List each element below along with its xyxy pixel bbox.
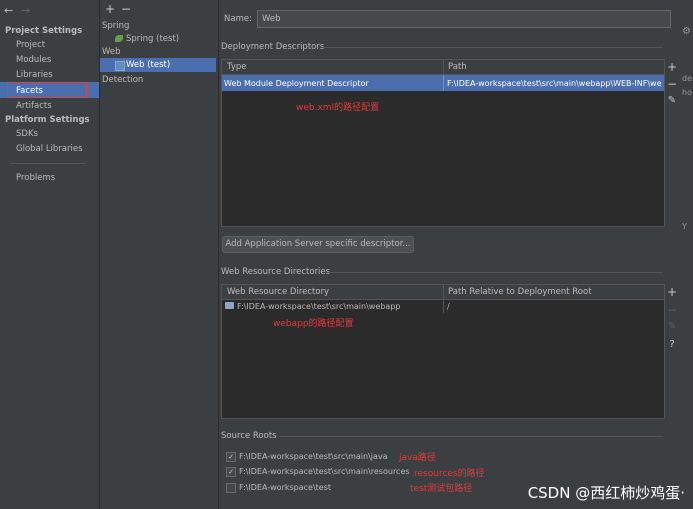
dd-header-path[interactable]: Path bbox=[448, 62, 467, 72]
sidebar-item-modules[interactable]: Modules bbox=[16, 55, 51, 65]
wr-header-directory[interactable]: Web Resource Directory bbox=[227, 287, 329, 297]
dd-table-header: Type Path bbox=[222, 60, 664, 75]
web-facet-icon bbox=[115, 61, 125, 71]
source-root-path: F:\IDEA-workspace\test bbox=[239, 483, 332, 492]
edge-text: de bbox=[682, 74, 692, 83]
gear-icon[interactable]: ⚙ bbox=[682, 26, 691, 37]
tree-group-web[interactable]: Web bbox=[102, 47, 121, 57]
project-settings-title: Project Settings bbox=[5, 26, 83, 36]
group-divider bbox=[327, 272, 663, 273]
remove-facet-button[interactable]: − bbox=[121, 2, 131, 16]
source-root-note: resources的路径 bbox=[414, 469, 485, 479]
source-roots-title: Source Roots bbox=[221, 431, 277, 441]
dd-annotation: web.xml的路径配置 bbox=[296, 103, 380, 113]
help-icon[interactable]: ? bbox=[665, 338, 679, 352]
source-root-note: java路径 bbox=[399, 453, 436, 463]
source-root-checkbox[interactable]: ✓ bbox=[226, 467, 236, 477]
source-root-checkbox[interactable] bbox=[226, 483, 236, 493]
tree-group-spring[interactable]: Spring bbox=[102, 21, 129, 31]
back-arrow-icon[interactable]: ← bbox=[4, 4, 13, 17]
group-divider bbox=[323, 47, 663, 48]
column-divider bbox=[443, 300, 444, 313]
tree-item-detection[interactable]: Detection bbox=[102, 75, 143, 85]
facets-tree-panel: + − Spring Spring (test) Web Web (test) … bbox=[100, 0, 219, 509]
wr-row-relative-path: / bbox=[447, 302, 450, 311]
sidebar-item-global-libraries[interactable]: Global Libraries bbox=[16, 144, 83, 154]
sidebar-item-project[interactable]: Project bbox=[16, 40, 45, 50]
wr-table-header: Web Resource Directory Path Relative to … bbox=[222, 285, 664, 300]
folder-icon bbox=[225, 302, 234, 309]
dd-row-path: F:\IDEA-workspace\test\src\main\webapp\W… bbox=[447, 79, 662, 88]
wr-annotation: webapp的路径配置 bbox=[273, 319, 354, 329]
sidebar-item-artifacts[interactable]: Artifacts bbox=[16, 101, 52, 111]
source-root-path: F:\IDEA-workspace\test\src\main\resource… bbox=[239, 467, 410, 476]
settings-sidebar: ← → Project Settings Project Modules Lib… bbox=[0, 0, 100, 509]
source-root-checkbox[interactable]: ✓ bbox=[226, 452, 236, 462]
deployment-descriptors-title: Deployment Descriptors bbox=[221, 42, 325, 52]
wr-header-relative-path[interactable]: Path Relative to Deployment Root bbox=[448, 287, 592, 297]
edge-text: ho bbox=[682, 88, 692, 97]
web-resource-table[interactable]: Web Resource Directory Path Relative to … bbox=[221, 284, 665, 419]
web-resource-directories-title: Web Resource Directories bbox=[221, 267, 331, 277]
wr-edit-icon[interactable]: ✎ bbox=[665, 320, 679, 334]
sidebar-item-sdks[interactable]: SDKs bbox=[16, 129, 38, 139]
sidebar-divider bbox=[10, 163, 86, 164]
dd-add-button[interactable]: + bbox=[665, 60, 679, 74]
add-server-descriptor-button[interactable]: Add Application Server specific descript… bbox=[222, 236, 414, 253]
source-root-path: F:\IDEA-workspace\test\src\main\java bbox=[239, 452, 388, 461]
sidebar-item-facets[interactable]: Facets bbox=[16, 86, 43, 96]
sidebar-item-libraries[interactable]: Libraries bbox=[16, 70, 53, 80]
name-input-value: Web bbox=[262, 14, 281, 24]
facet-settings-panel: Name: Web Deployment Descriptors Type Pa… bbox=[219, 0, 693, 509]
csdn-watermark: CSDN @西红柿炒鸡蛋· bbox=[527, 484, 685, 502]
forward-arrow-icon[interactable]: → bbox=[21, 4, 30, 17]
dd-row-type: Web Module Deployment Descriptor bbox=[224, 79, 369, 88]
sidebar-item-problems[interactable]: Problems bbox=[16, 173, 55, 183]
source-root-note: test测试包路径 bbox=[410, 484, 473, 494]
dd-edit-icon[interactable]: ✎ bbox=[665, 94, 679, 108]
table-row[interactable]: F:\IDEA-workspace\test\src\main\webapp / bbox=[222, 300, 664, 313]
column-divider bbox=[443, 75, 444, 91]
edge-text: Y bbox=[682, 222, 687, 231]
add-facet-button[interactable]: + bbox=[105, 2, 115, 16]
column-divider bbox=[443, 285, 444, 299]
tree-item-spring-test[interactable]: Spring (test) bbox=[126, 34, 179, 44]
dd-remove-button[interactable]: − bbox=[665, 77, 679, 91]
group-divider bbox=[279, 436, 663, 437]
wr-remove-button[interactable]: − bbox=[665, 303, 679, 317]
wr-add-button[interactable]: + bbox=[665, 285, 679, 299]
column-divider bbox=[443, 60, 444, 74]
platform-settings-title: Platform Settings bbox=[5, 115, 90, 125]
tree-item-web-test[interactable]: Web (test) bbox=[126, 60, 170, 70]
deployment-descriptors-table[interactable]: Type Path Web Module Deployment Descript… bbox=[221, 59, 665, 227]
wr-row-directory: F:\IDEA-workspace\test\src\main\webapp bbox=[237, 302, 401, 311]
table-row[interactable]: Web Module Deployment Descriptor F:\IDEA… bbox=[222, 75, 664, 91]
name-input[interactable]: Web bbox=[257, 10, 671, 28]
dd-header-type[interactable]: Type bbox=[227, 62, 247, 72]
name-label: Name: bbox=[224, 14, 252, 24]
spring-leaf-icon bbox=[115, 35, 123, 42]
